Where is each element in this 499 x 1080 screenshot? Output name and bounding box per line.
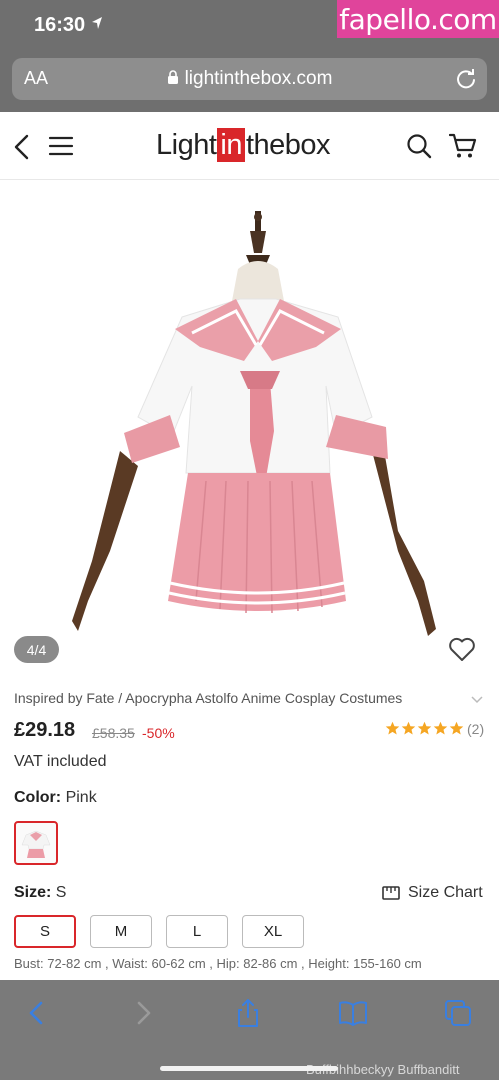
size-measurements: Bust: 72-82 cm , Waist: 60-62 cm , Hip: … bbox=[14, 956, 422, 971]
costume-illustration bbox=[72, 211, 436, 636]
current-price: £29.18 bbox=[14, 719, 76, 741]
star-icon bbox=[401, 721, 416, 735]
back-icon[interactable] bbox=[22, 998, 52, 1028]
share-icon[interactable] bbox=[233, 998, 263, 1028]
size-option-m[interactable]: M bbox=[90, 915, 152, 948]
color-value: Pink bbox=[65, 789, 97, 806]
back-chevron-icon[interactable] bbox=[12, 134, 32, 160]
star-icon bbox=[385, 721, 400, 735]
lock-icon bbox=[167, 70, 178, 84]
heart-icon[interactable] bbox=[448, 636, 476, 662]
bookmarks-icon[interactable] bbox=[338, 998, 368, 1028]
star-icon bbox=[449, 721, 464, 735]
search-icon[interactable] bbox=[406, 133, 432, 159]
home-indicator[interactable] bbox=[160, 1066, 338, 1071]
size-chart-link[interactable]: Size Chart bbox=[382, 884, 483, 902]
hamburger-menu-icon[interactable] bbox=[48, 136, 74, 156]
tabs-icon[interactable] bbox=[443, 998, 473, 1028]
site-logo[interactable]: Light in thebox bbox=[156, 128, 331, 162]
cart-icon[interactable] bbox=[449, 133, 477, 159]
swatch-thumbnail-icon bbox=[21, 830, 51, 858]
rating-stars[interactable] bbox=[385, 721, 464, 736]
size-label: Size: S bbox=[14, 884, 67, 901]
product-image[interactable] bbox=[0, 181, 499, 678]
review-count[interactable]: (2) bbox=[467, 721, 484, 737]
chevron-down-icon[interactable] bbox=[471, 694, 483, 704]
vat-note: VAT included bbox=[14, 753, 107, 770]
size-option-s[interactable]: S bbox=[14, 915, 76, 948]
size-option-xl[interactable]: XL bbox=[242, 915, 304, 948]
discount-badge: -50% bbox=[142, 725, 175, 741]
watermark-top: fapello.com bbox=[337, 0, 499, 38]
image-counter: 4/4 bbox=[14, 636, 59, 663]
ruler-icon bbox=[382, 886, 400, 900]
url-bar[interactable]: AA lightinthebox.com bbox=[12, 58, 487, 100]
product-title: Inspired by Fate / Apocrypha Astolfo Ani… bbox=[14, 690, 403, 706]
site-header: Light in thebox bbox=[0, 112, 499, 180]
size-option-l[interactable]: L bbox=[166, 915, 228, 948]
url-text[interactable]: lightinthebox.com bbox=[12, 68, 487, 90]
original-price: £58.35 bbox=[92, 725, 135, 741]
forward-icon[interactable] bbox=[128, 998, 158, 1028]
color-label: Color: Pink bbox=[14, 789, 97, 806]
status-time: 16:30 bbox=[34, 14, 86, 36]
location-arrow-icon bbox=[92, 17, 102, 29]
browser-chrome: 16:30 fapello.com AA lightinthebox.com bbox=[0, 0, 499, 112]
reload-icon[interactable] bbox=[455, 68, 477, 90]
color-swatch-pink[interactable] bbox=[14, 821, 58, 865]
size-value: S bbox=[55, 884, 67, 901]
star-icon bbox=[433, 721, 448, 735]
star-icon bbox=[417, 721, 432, 735]
